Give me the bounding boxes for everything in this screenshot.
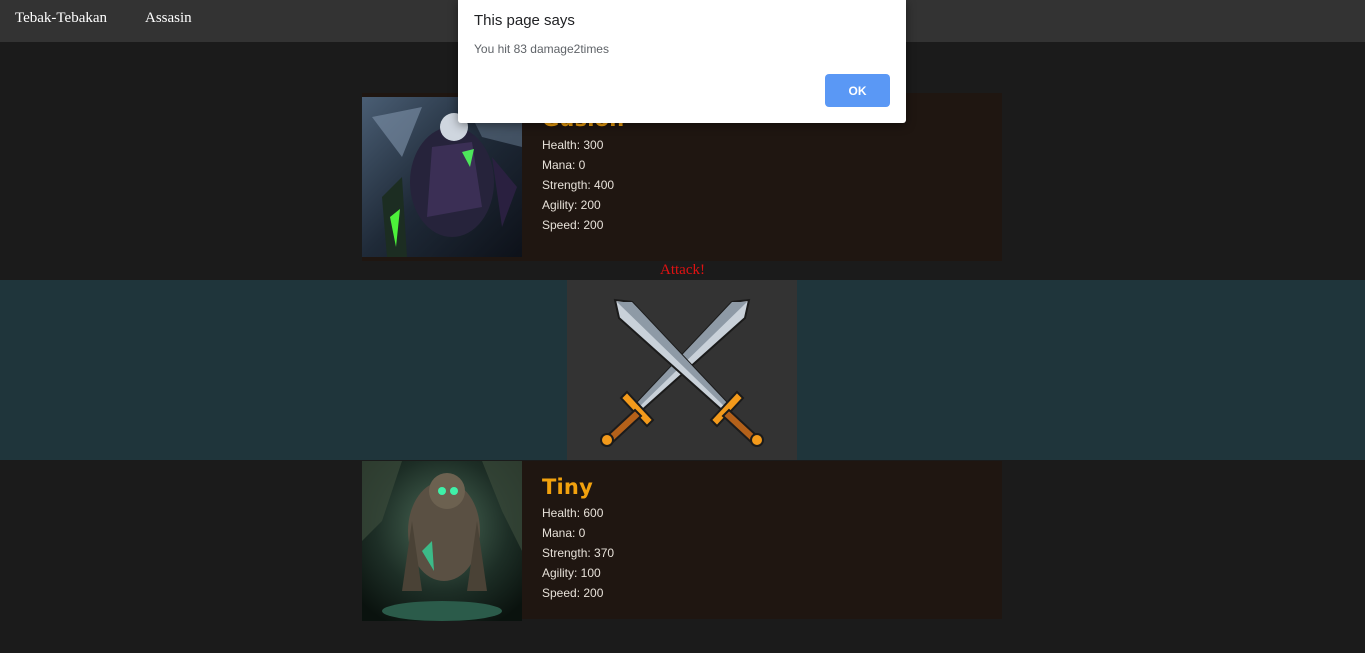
dialog-message: You hit 83 damage2times [474,42,609,56]
alert-dialog: This page says You hit 83 damage2times O… [458,0,906,123]
hero-1-stats: Health: 300 Mana: 0 Strength: 400 Agilit… [542,135,614,235]
hero-1-strength: Strength: 400 [542,178,615,192]
ok-button[interactable]: OK [825,74,890,107]
battle-band [0,280,1365,460]
attack-label: Attack! [660,262,705,278]
hero-2-mana: Mana: 0 [542,526,586,540]
hero-1-agility: Agility: 200 [542,198,601,212]
nav-link-tebak-tebakan[interactable]: Tebak-Tebakan [15,10,107,27]
nav-link-assasin[interactable]: Assasin [145,10,192,27]
hero-2-health: Health: 600 [542,506,604,520]
hero-2-strength: Strength: 370 [542,546,615,560]
hero-1-mana: Mana: 0 [542,158,586,172]
hero-2-name: Tiny [542,475,593,499]
hero-1-speed: Speed: 200 [542,218,604,232]
hero-2-portrait [362,461,522,621]
hero-2-agility: Agility: 100 [542,566,601,580]
hero-2-speed: Speed: 200 [542,586,604,600]
attack-button[interactable] [567,280,797,460]
hero-card-2: Tiny Health: 600 Mana: 0 Strength: 370 A… [362,461,1002,621]
dialog-title: This page says [474,12,575,29]
hero-1-health: Health: 300 [542,138,604,152]
crossed-swords-icon [600,298,764,447]
hero-2-stats: Health: 600 Mana: 0 Strength: 370 Agilit… [542,503,614,603]
